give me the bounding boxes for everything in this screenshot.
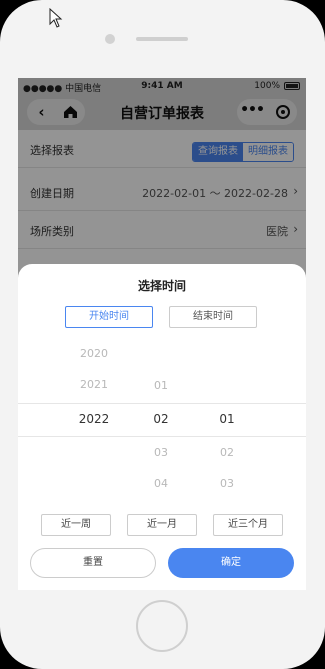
confirm-button[interactable]: 确定 bbox=[168, 548, 294, 578]
quick-range-last-month[interactable]: 近一月 bbox=[127, 514, 197, 536]
month-option-selected[interactable]: 02 bbox=[126, 409, 196, 429]
earpiece-speaker bbox=[136, 37, 188, 41]
tab-end-time[interactable]: 结束时间 bbox=[169, 306, 257, 328]
month-column[interactable]: 01 02 03 04 bbox=[126, 342, 196, 502]
reset-button[interactable]: 重置 bbox=[30, 548, 156, 578]
month-option[interactable]: 04 bbox=[126, 474, 196, 494]
front-camera bbox=[105, 34, 115, 44]
date-picker-sheet: 选择时间 开始时间 结束时间 2020 2021 2022 01 02 03 0… bbox=[18, 264, 306, 590]
mouse-cursor-icon bbox=[49, 8, 63, 28]
app-screen: ●●●●● 中国电信 9:41 AM 100% ‹ 自营订单报表 ••• 选择报… bbox=[18, 78, 306, 590]
quick-range-last-week[interactable]: 近一周 bbox=[41, 514, 111, 536]
month-option[interactable]: 03 bbox=[126, 443, 196, 463]
year-option[interactable]: 2021 bbox=[59, 375, 129, 395]
day-column[interactable]: 01 02 03 bbox=[192, 342, 262, 502]
date-wheel-picker[interactable]: 2020 2021 2022 01 02 03 04 01 02 03 bbox=[18, 342, 306, 502]
day-option[interactable]: 03 bbox=[192, 474, 262, 494]
phone-frame: ●●●●● 中国电信 9:41 AM 100% ‹ 自营订单报表 ••• 选择报… bbox=[0, 0, 325, 669]
year-option[interactable]: 2020 bbox=[59, 344, 129, 364]
quick-range-last-three-months[interactable]: 近三个月 bbox=[213, 514, 283, 536]
home-button[interactable] bbox=[136, 600, 188, 652]
day-option-selected[interactable]: 01 bbox=[192, 409, 262, 429]
tab-start-time[interactable]: 开始时间 bbox=[65, 306, 153, 328]
sheet-title: 选择时间 bbox=[137, 279, 186, 293]
year-option-selected[interactable]: 2022 bbox=[59, 409, 129, 429]
month-option[interactable]: 01 bbox=[126, 376, 196, 396]
day-option[interactable]: 02 bbox=[192, 443, 262, 463]
year-column[interactable]: 2020 2021 2022 bbox=[59, 342, 129, 502]
